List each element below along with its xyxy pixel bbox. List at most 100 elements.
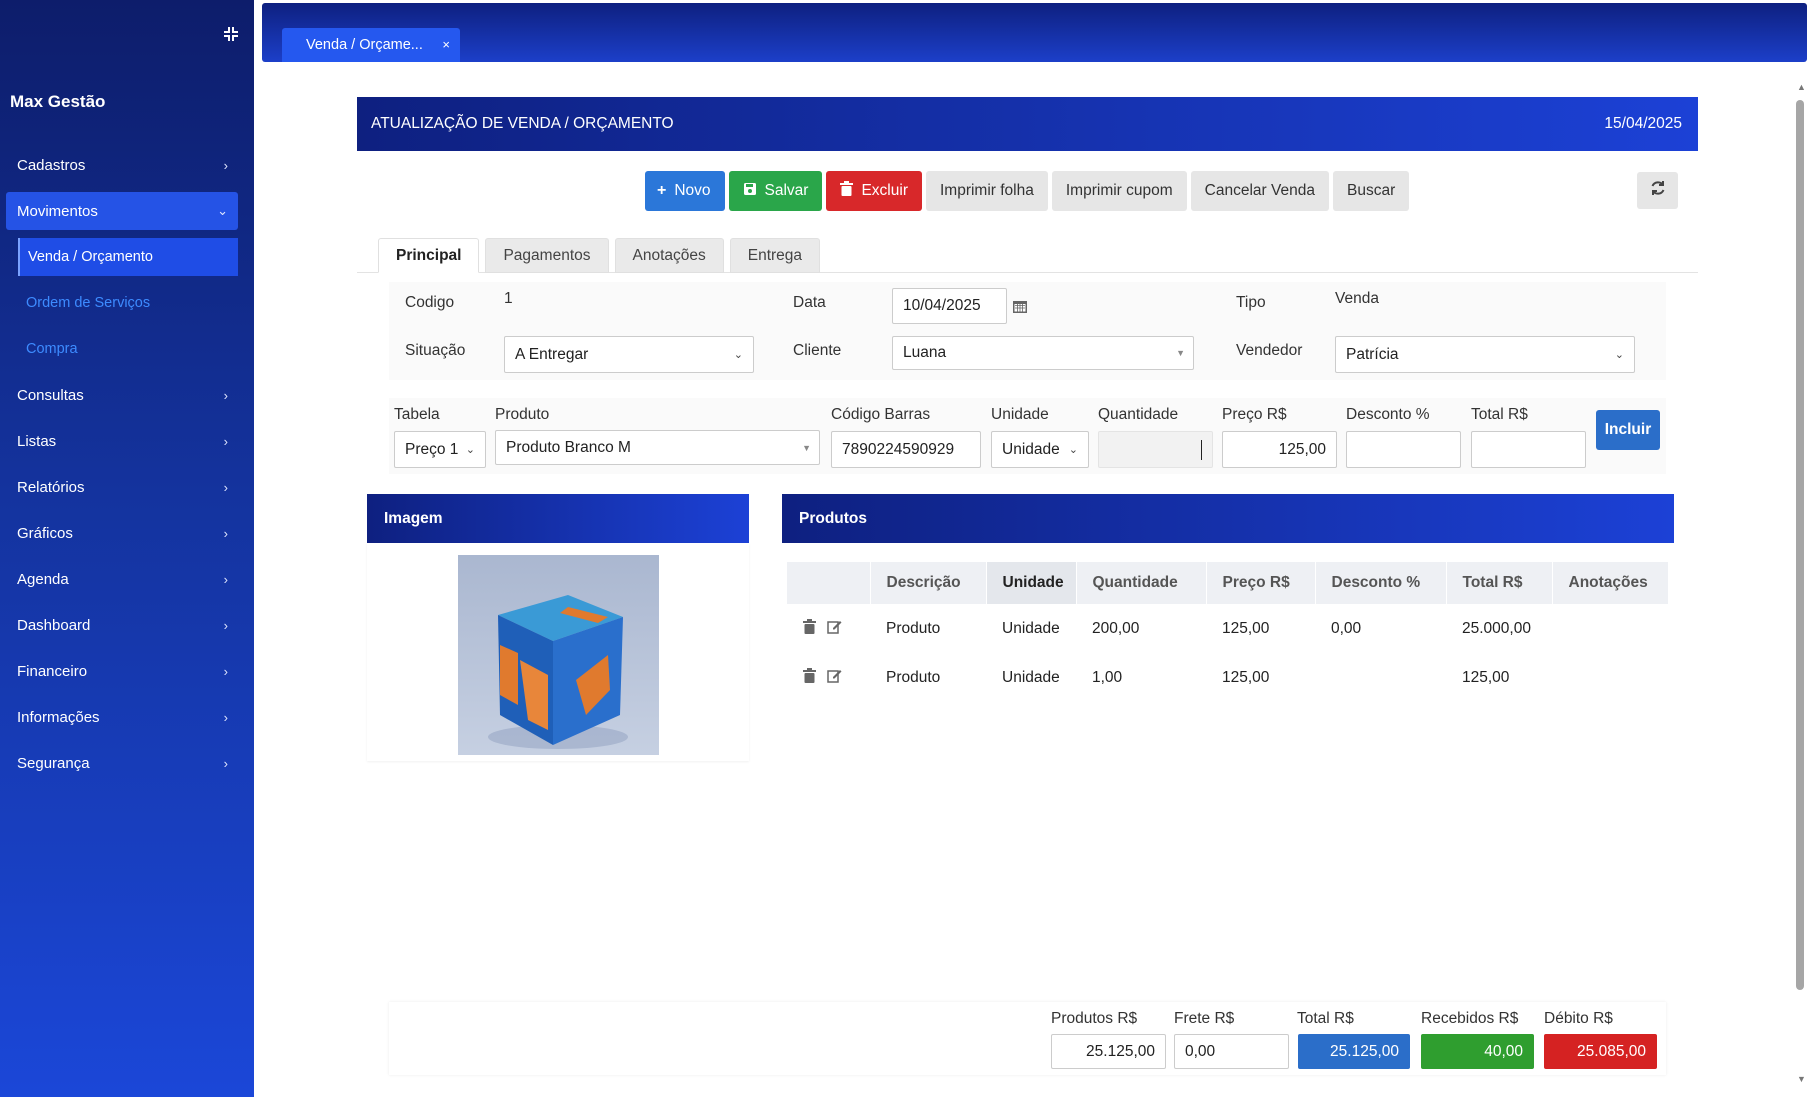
excluir-button[interactable]: Excluir: [826, 171, 922, 211]
imprimir-folha-button[interactable]: Imprimir folha: [925, 171, 1048, 211]
sidebar-item-label: Segurança: [17, 754, 90, 772]
incluir-button[interactable]: Incluir: [1596, 410, 1660, 450]
cell-descricao: Produto: [886, 619, 941, 637]
quantidade-input[interactable]: [1098, 431, 1213, 468]
cliente-select[interactable]: Luana ▼: [892, 336, 1194, 370]
refresh-icon[interactable]: [1637, 172, 1678, 209]
chevron-right-icon: ›: [223, 157, 228, 173]
tabela-label: Tabela: [394, 406, 440, 423]
products-panel-header: Produtos: [782, 494, 1674, 543]
sidebar-subitem-venda-orcamento[interactable]: Venda / Orçamento: [18, 238, 238, 276]
tab-entrega[interactable]: Entrega: [729, 238, 821, 273]
vendedor-select[interactable]: Patrícia ⌄: [1335, 336, 1635, 373]
sidebar-subitem-label: Venda / Orçamento: [28, 249, 153, 265]
cell-unidade: Unidade: [1002, 668, 1060, 686]
sidebar-subitem-compra[interactable]: Compra: [18, 330, 238, 368]
collapse-sidebar-icon[interactable]: [220, 26, 242, 46]
scrollbar-thumb[interactable]: [1796, 100, 1804, 990]
chevron-right-icon: ›: [223, 479, 228, 495]
table-header-quantidade[interactable]: Quantidade: [1076, 562, 1207, 604]
plus-icon: +: [657, 182, 667, 199]
sidebar-item-relatorios[interactable]: Relatórios ›: [6, 468, 238, 506]
table-header-total[interactable]: Total R$: [1446, 562, 1553, 604]
chevron-right-icon: ›: [223, 617, 228, 633]
button-label: Salvar: [764, 182, 809, 199]
table-header-preco[interactable]: Preço R$: [1206, 562, 1316, 604]
tipo-value: Venda: [1335, 290, 1379, 307]
cliente-label: Cliente: [793, 342, 842, 359]
sidebar-item-label: Gráficos: [17, 524, 73, 542]
table-header-anotacoes[interactable]: Anotações: [1552, 562, 1669, 604]
cell-descricao: Produto: [886, 668, 941, 686]
produto-select-value: Produto Branco M: [506, 438, 631, 456]
header-date: 15/04/2025: [1604, 115, 1682, 132]
tab-pagamentos[interactable]: Pagamentos: [485, 238, 609, 273]
sidebar-item-movimentos[interactable]: Movimentos ⌄: [6, 192, 238, 230]
cell-desconto: 0,00: [1331, 619, 1362, 637]
chevron-right-icon: ›: [223, 433, 228, 449]
total-geral-field: 25.125,00: [1298, 1034, 1410, 1069]
sidebar-item-dashboard[interactable]: Dashboard ›: [6, 606, 238, 644]
cancelar-venda-button[interactable]: Cancelar Venda: [1190, 171, 1329, 211]
vendedor-label: Vendedor: [1236, 342, 1303, 359]
sidebar-item-seguranca[interactable]: Segurança ›: [6, 744, 238, 782]
chevron-right-icon: ›: [223, 525, 228, 541]
brand-title: Max Gestão: [10, 92, 106, 111]
desconto-input[interactable]: [1346, 431, 1461, 468]
edit-icon[interactable]: [827, 668, 843, 687]
cell-quantidade: 1,00: [1092, 668, 1123, 686]
edit-icon[interactable]: [827, 619, 843, 638]
sidebar-item-informacoes[interactable]: Informações ›: [6, 698, 238, 736]
tab-principal[interactable]: Principal: [378, 238, 480, 273]
total-geral-label: Total R$: [1297, 1010, 1354, 1027]
chevron-right-icon: ›: [223, 663, 228, 679]
sidebar-item-cadastros[interactable]: Cadastros ›: [6, 146, 238, 184]
scroll-down-arrow-icon[interactable]: ▼: [1797, 1074, 1806, 1084]
table-header-unidade[interactable]: Unidade: [986, 562, 1077, 604]
sidebar-item-label: Relatórios: [17, 478, 85, 496]
sidebar-item-financeiro[interactable]: Financeiro ›: [6, 652, 238, 690]
situacao-select[interactable]: A Entregar ⌄: [504, 336, 754, 373]
frete-field[interactable]: 0,00: [1174, 1034, 1289, 1069]
trash-icon[interactable]: [803, 667, 819, 687]
salvar-button[interactable]: Salvar: [728, 171, 823, 211]
tab-anotacoes[interactable]: Anotações: [614, 238, 724, 273]
tabela-select-value: Preço 1: [405, 440, 459, 458]
calendar-icon[interactable]: [1013, 299, 1027, 317]
sidebar-item-agenda[interactable]: Agenda ›: [6, 560, 238, 598]
caret-down-icon: ▼: [802, 442, 811, 453]
chevron-right-icon: ›: [223, 755, 228, 771]
debito-value: 25.085,00: [1577, 1042, 1646, 1060]
sidebar-item-consultas[interactable]: Consultas ›: [6, 376, 238, 414]
scroll-up-arrow-icon[interactable]: ▲: [1797, 82, 1806, 92]
chevron-down-icon: ⌄: [465, 444, 475, 456]
close-icon[interactable]: ×: [442, 37, 450, 52]
total-input[interactable]: [1471, 431, 1586, 468]
image-panel: [367, 543, 749, 761]
unidade-select[interactable]: Unidade ⌄: [991, 431, 1089, 468]
trash-icon[interactable]: [803, 618, 819, 638]
sidebar-item-graficos[interactable]: Gráficos ›: [6, 514, 238, 552]
table-header-desconto[interactable]: Desconto %: [1315, 562, 1447, 604]
tabela-select[interactable]: Preço 1 ⌄: [394, 431, 486, 468]
produtos-total-field[interactable]: 25.125,00: [1051, 1034, 1166, 1069]
tab-venda-orcamento[interactable]: Venda / Orçame... ×: [282, 28, 460, 62]
text-caret: [1201, 440, 1202, 460]
sidebar-item-listas[interactable]: Listas ›: [6, 422, 238, 460]
table-row[interactable]: Produto Unidade 1,00 125,00 125,00: [787, 653, 1669, 702]
table-row[interactable]: Produto Unidade 200,00 125,00 0,00 25.00…: [787, 604, 1669, 653]
preco-input[interactable]: 125,00: [1222, 431, 1337, 468]
sidebar-subitem-ordem-servicos[interactable]: Ordem de Serviços: [18, 284, 238, 322]
buscar-button[interactable]: Buscar: [1332, 171, 1410, 211]
situacao-select-value: A Entregar: [515, 345, 589, 363]
imprimir-cupom-button[interactable]: Imprimir cupom: [1051, 171, 1187, 211]
produto-select[interactable]: Produto Branco M ▼: [495, 430, 820, 465]
recebidos-field: 40,00: [1421, 1034, 1534, 1069]
debito-label: Débito R$: [1544, 1010, 1613, 1027]
button-label: Excluir: [861, 182, 908, 199]
table-header-descricao[interactable]: Descrição: [870, 562, 987, 604]
codigo-barras-input[interactable]: 7890224590929: [831, 431, 981, 468]
data-field[interactable]: 10/04/2025: [892, 288, 1007, 324]
novo-button[interactable]: + Novo: [645, 171, 725, 211]
sidebar-subitem-label: Compra: [26, 341, 78, 357]
